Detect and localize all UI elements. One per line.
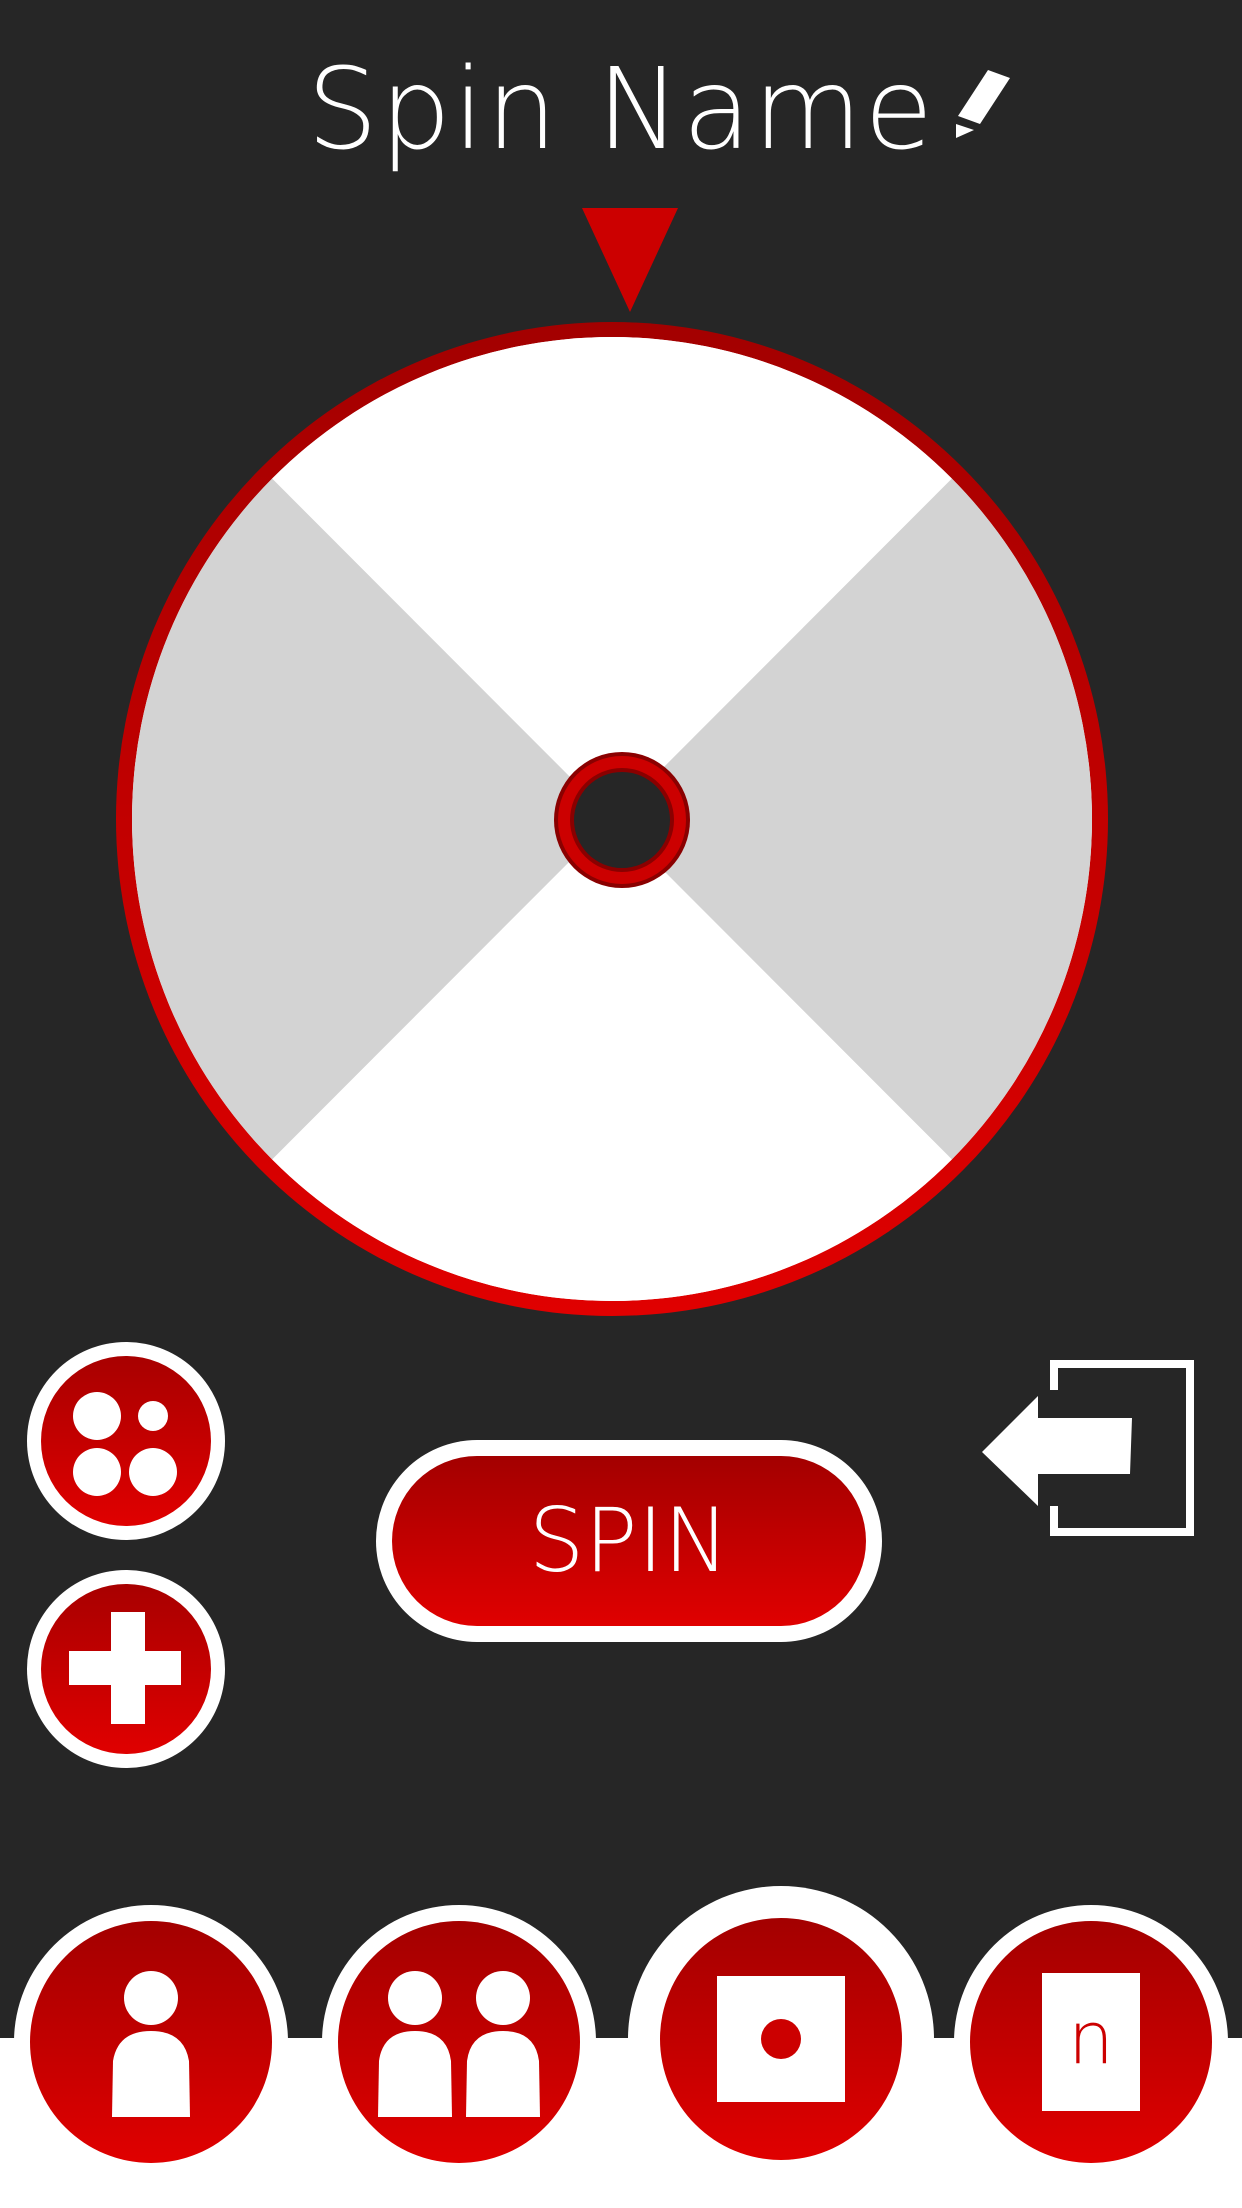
die-one-icon — [717, 1976, 845, 2102]
single-person-icon — [112, 1971, 190, 2117]
plus-icon — [69, 1612, 181, 1724]
exit-arrow-icon[interactable] — [980, 1360, 1196, 1540]
spin-button[interactable]: SPIN — [376, 1440, 882, 1642]
wheel-pointer — [582, 208, 678, 312]
tab-single-person[interactable] — [14, 1905, 288, 2179]
die-n-label: n — [1068, 1996, 1114, 2080]
wheel-hub — [554, 752, 690, 888]
tab-die-one[interactable] — [628, 1886, 934, 2192]
pencil-icon[interactable] — [950, 70, 1020, 150]
dots-icon — [73, 1392, 177, 1496]
die-n-icon: n — [1042, 1973, 1140, 2111]
page-title[interactable]: Spin Name — [307, 40, 935, 180]
spin-button-label: SPIN — [392, 1456, 866, 1626]
mode-button[interactable] — [27, 1342, 225, 1540]
add-button[interactable] — [27, 1570, 225, 1768]
two-people-icon — [378, 1971, 540, 2117]
tab-die-n[interactable]: n — [954, 1905, 1228, 2179]
tab-two-people[interactable] — [322, 1905, 596, 2179]
header: Spin Name — [0, 40, 1242, 180]
